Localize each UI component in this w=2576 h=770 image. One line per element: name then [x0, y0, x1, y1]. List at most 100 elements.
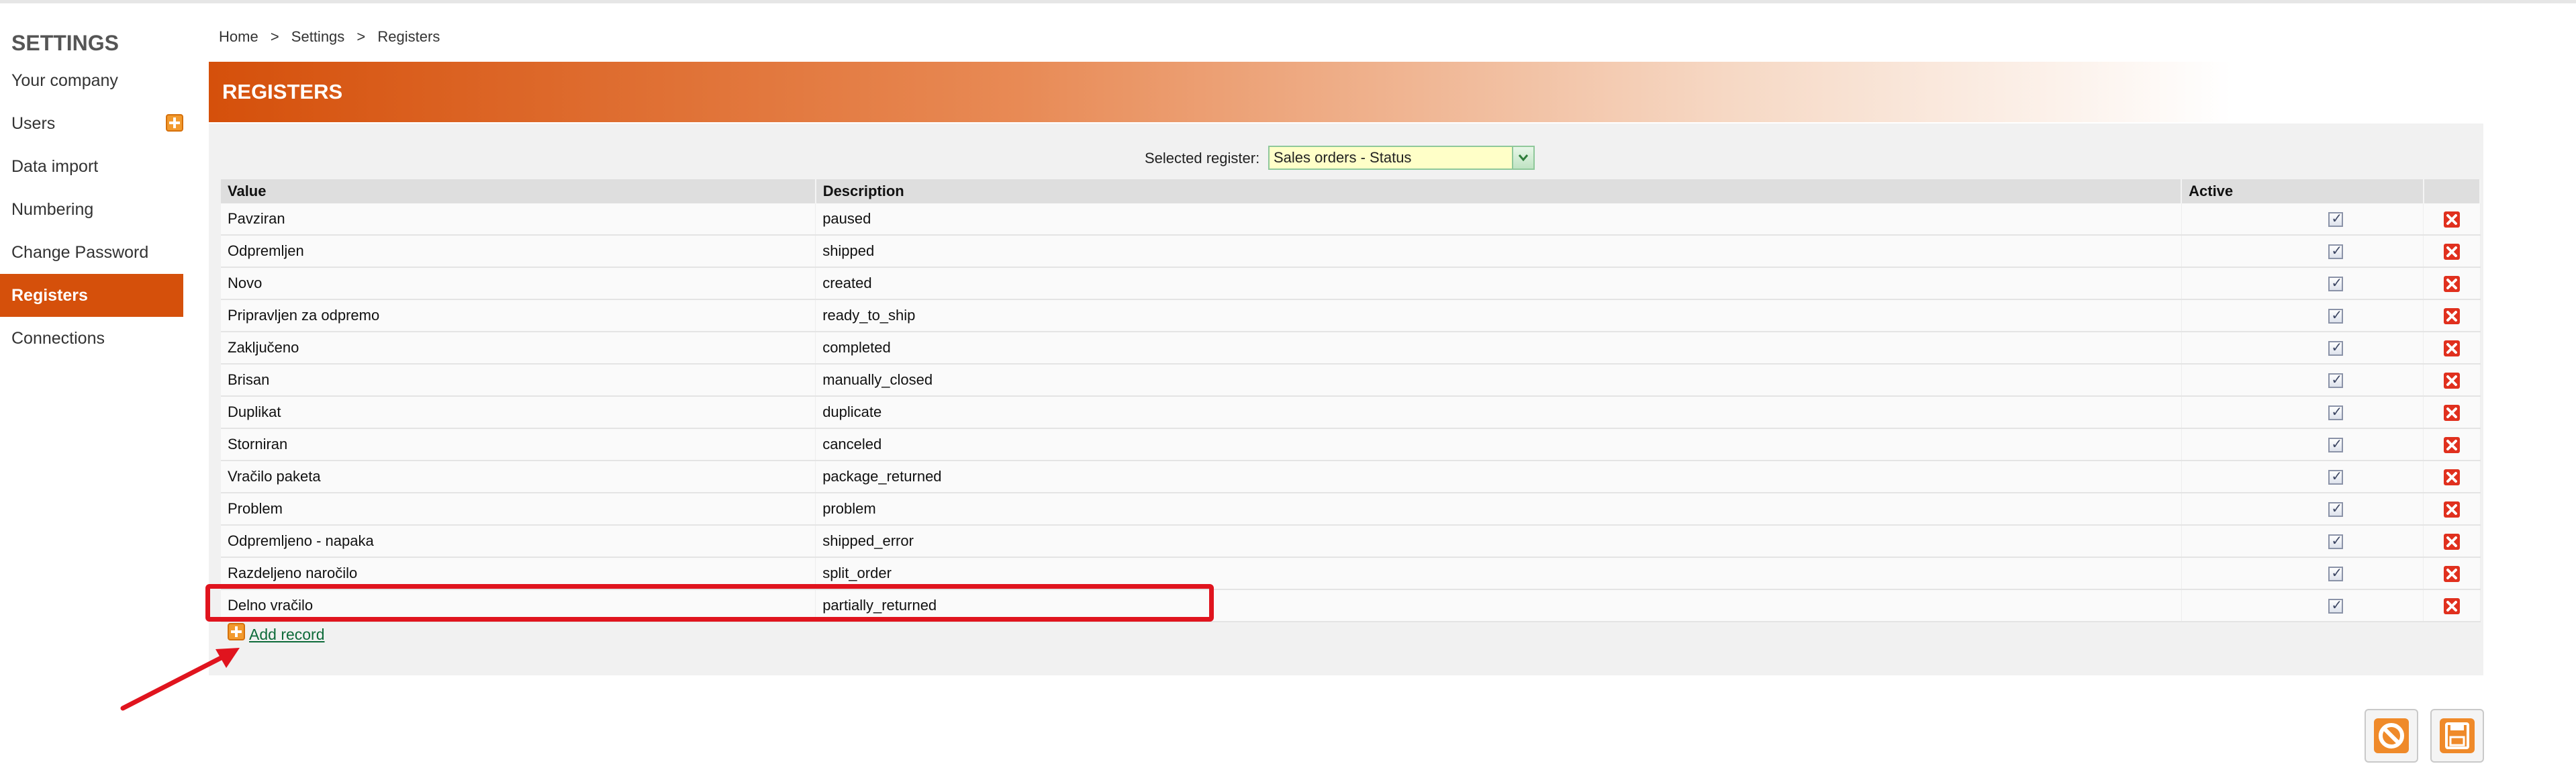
cell-value[interactable]: Novo	[221, 267, 816, 300]
table-row[interactable]: Brisan manually_closed ✓	[221, 364, 2481, 397]
add-record-link[interactable]: Add record	[249, 626, 325, 644]
sidebar-item-numbering[interactable]: Numbering	[0, 188, 183, 231]
active-checkbox[interactable]: ✓	[2328, 534, 2344, 550]
breadcrumb-home[interactable]: Home	[219, 28, 258, 46]
delete-icon[interactable]	[2443, 533, 2461, 550]
column-header-actions	[2423, 179, 2481, 203]
plus-square-icon[interactable]	[166, 114, 183, 132]
delete-icon[interactable]	[2443, 243, 2461, 260]
cell-description[interactable]: completed	[815, 332, 2182, 365]
active-checkbox[interactable]: ✓	[2328, 340, 2344, 356]
sidebar-item-label: Numbering	[11, 200, 94, 219]
delete-icon[interactable]	[2443, 469, 2461, 486]
cell-value[interactable]: Pavziran	[221, 203, 816, 236]
active-checkbox[interactable]: ✓	[2328, 308, 2344, 324]
cancel-button[interactable]	[2365, 709, 2418, 763]
column-header-active[interactable]: Active	[2181, 179, 2424, 203]
cell-value[interactable]: Duplikat	[221, 396, 816, 429]
cell-description[interactable]: problem	[815, 493, 2182, 526]
delete-icon[interactable]	[2443, 501, 2461, 518]
register-select-dropdown-button[interactable]	[1512, 146, 1535, 170]
cell-description[interactable]: paused	[815, 203, 2182, 236]
save-button[interactable]	[2430, 709, 2484, 763]
page-header: REGISTERS	[209, 62, 2232, 122]
delete-icon[interactable]	[2443, 436, 2461, 454]
cell-description[interactable]: created	[815, 267, 2182, 300]
active-checkbox[interactable]: ✓	[2328, 211, 2344, 228]
sidebar-item-registers[interactable]: Registers	[0, 274, 183, 317]
cell-description[interactable]: ready_to_ship	[815, 299, 2182, 332]
delete-icon[interactable]	[2443, 597, 2461, 615]
table-row[interactable]: Pripravljen za odpremo ready_to_ship ✓	[221, 299, 2481, 332]
cell-description[interactable]: duplicate	[815, 396, 2182, 429]
cell-active: ✓	[2181, 396, 2424, 429]
column-header-value[interactable]: Value	[221, 179, 816, 203]
table-row[interactable]: Vračilo paketa package_returned ✓	[221, 461, 2481, 493]
table-row[interactable]: Pavziran paused ✓	[221, 203, 2481, 236]
table-header-row: Value Description Active	[221, 179, 2481, 203]
cell-value[interactable]: Zaključeno	[221, 332, 816, 365]
active-checkbox[interactable]: ✓	[2328, 405, 2344, 421]
cell-delete	[2423, 267, 2481, 300]
cell-value[interactable]: Problem	[221, 493, 816, 526]
sidebar-item-label: Users	[11, 114, 56, 133]
delete-icon[interactable]	[2443, 565, 2461, 583]
active-checkbox[interactable]: ✓	[2328, 469, 2344, 485]
register-selector-row: Selected register: Sales orders - Status	[209, 144, 2483, 173]
cell-description[interactable]: shipped_error	[815, 525, 2182, 558]
cell-active: ✓	[2181, 493, 2424, 526]
delete-icon[interactable]	[2443, 404, 2461, 422]
table-row[interactable]: Novo created ✓	[221, 267, 2481, 300]
delete-icon[interactable]	[2443, 340, 2461, 357]
active-checkbox[interactable]: ✓	[2328, 437, 2344, 453]
active-checkbox[interactable]: ✓	[2328, 373, 2344, 389]
sidebar-item-connections[interactable]: Connections	[0, 317, 183, 360]
delete-icon[interactable]	[2443, 307, 2461, 325]
active-checkbox[interactable]: ✓	[2328, 276, 2344, 292]
cell-delete	[2423, 332, 2481, 365]
delete-icon[interactable]	[2443, 275, 2461, 293]
cell-description[interactable]: canceled	[815, 428, 2182, 461]
delete-icon[interactable]	[2443, 211, 2461, 228]
cell-active: ✓	[2181, 589, 2424, 622]
cell-description[interactable]: package_returned	[815, 461, 2182, 493]
active-checkbox[interactable]: ✓	[2328, 598, 2344, 614]
table-row[interactable]: Odpremljeno - napaka shipped_error ✓	[221, 525, 2481, 558]
cell-value[interactable]: Storniran	[221, 428, 816, 461]
active-checkbox[interactable]: ✓	[2328, 244, 2344, 260]
sidebar-item-data-import[interactable]: Data import	[0, 145, 183, 188]
check-icon: ✓	[2331, 373, 2343, 388]
delete-icon[interactable]	[2443, 372, 2461, 389]
table-row[interactable]: Problem problem ✓	[221, 493, 2481, 526]
active-checkbox[interactable]: ✓	[2328, 501, 2344, 518]
active-checkbox[interactable]: ✓	[2328, 566, 2344, 582]
cell-delete	[2423, 461, 2481, 493]
table-row[interactable]: Odpremljen shipped ✓	[221, 235, 2481, 268]
table-row[interactable]: Storniran canceled ✓	[221, 428, 2481, 461]
cell-description[interactable]: shipped	[815, 235, 2182, 268]
sidebar-item-users[interactable]: Users	[0, 102, 183, 145]
cell-value[interactable]: Pripravljen za odpremo	[221, 299, 816, 332]
cell-value[interactable]: Vračilo paketa	[221, 461, 816, 493]
highlight-annotation-box	[205, 584, 1214, 622]
register-select[interactable]: Sales orders - Status	[1268, 146, 1535, 170]
top-border	[0, 0, 2576, 3]
cell-delete	[2423, 235, 2481, 268]
table-row[interactable]: Duplikat duplicate ✓	[221, 396, 2481, 429]
table-row[interactable]: Zaključeno completed ✓	[221, 332, 2481, 365]
cell-delete	[2423, 396, 2481, 429]
cell-value[interactable]: Odpremljeno - napaka	[221, 525, 816, 558]
column-header-description[interactable]: Description	[815, 179, 2183, 203]
arrow-annotation-icon	[120, 648, 240, 711]
breadcrumb-registers: Registers	[377, 28, 440, 45]
sidebar-item-change-password[interactable]: Change Password	[0, 231, 183, 274]
cell-value[interactable]: Brisan	[221, 364, 816, 397]
cell-value[interactable]: Odpremljen	[221, 235, 816, 268]
sidebar-item-label: Change Password	[11, 243, 149, 262]
breadcrumb-settings[interactable]: Settings	[291, 28, 345, 46]
sidebar-item-your-company[interactable]: Your company	[0, 59, 183, 102]
plus-square-icon[interactable]	[228, 623, 245, 640]
cell-delete	[2423, 589, 2481, 622]
table-body: Pavziran paused ✓ Odpremljen shipped ✓ Novo cre…	[221, 203, 2481, 622]
cell-description[interactable]: manually_closed	[815, 364, 2182, 397]
